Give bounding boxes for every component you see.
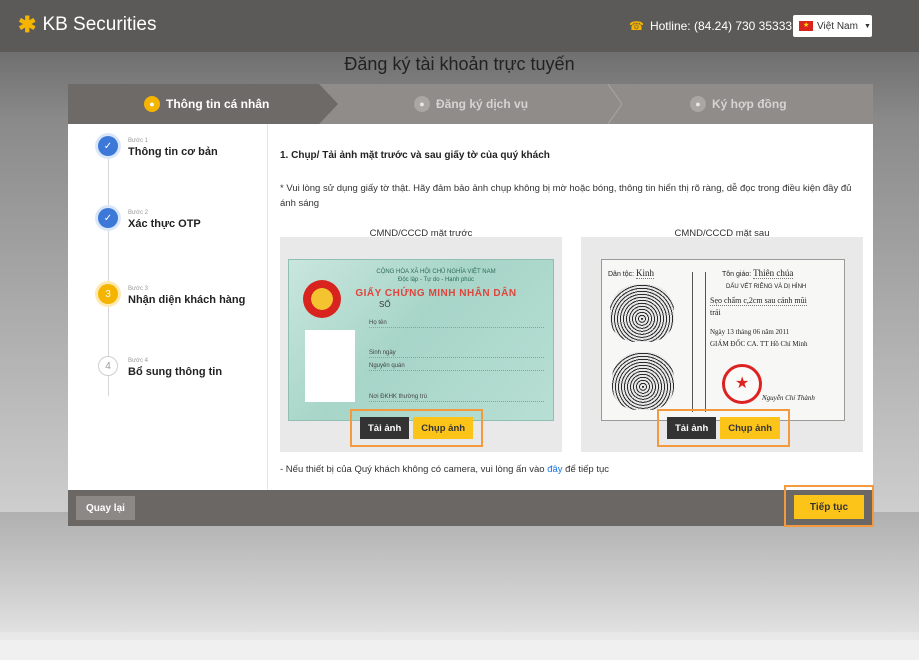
step-title: Thông tin cơ bản [128,146,218,158]
field-name: Họ tên [369,320,544,328]
language-selector[interactable]: Việt Nam ▼ [793,15,872,37]
sidebar-step-otp[interactable]: ✓ Bước 2 Xác thực OTP [98,208,201,230]
signer-name: Nguyễn Chí Thành [762,394,815,402]
brand-logo[interactable]: ✱ KB Securities [18,14,156,36]
marks-value-2: trái [710,308,721,317]
fingerprint-left-icon [610,284,674,342]
brand-name: KB Securities [42,14,157,35]
sidebar-step-identification[interactable]: 3 Bước 3 Nhận diện khách hàng [98,284,245,306]
fingerprint-right-icon [612,352,674,410]
top-header: ✱ KB Securities ☎ Hotline: (84.24) 730 3… [0,0,919,52]
here-link[interactable]: đây [547,464,562,475]
step-number: Bước 3 [128,286,148,292]
kb-logo-icon: ✱ [18,12,37,37]
card-header-line2: Độc lập - Tự do - Hạnh phúc [398,277,474,283]
official-seal-icon [722,364,762,404]
step-circle: 3 [98,284,118,304]
next-button-highlight: Tiếp tục [784,485,874,527]
issuer: GIÁM ĐỐC CA. TT Hồ Chí Minh [710,340,808,348]
handshake-icon: ● [690,96,706,112]
background-bottom [0,640,919,660]
front-id-card-image: CỘNG HÒA XÃ HỘI CHỦ NGHĨA VIỆT NAM Độc l… [288,259,554,421]
field-dob: Sinh ngày [369,350,544,358]
religion-value: Thiên chúa [753,268,794,279]
footnote-text: - Nếu thiết bị của Quý khách không có ca… [280,464,548,475]
marks-title: DẤU VẾT RIÊNG VÀ DỊ HÌNH [726,284,807,290]
upload-back-button[interactable]: Tải ảnh [667,417,717,439]
sidebar-step-additional-info[interactable]: 4 Bước 4 Bổ sung thông tin [98,356,222,378]
ethnic-label: Dân tộc: [608,271,635,278]
user-icon: ● [144,96,160,112]
upload-front-button[interactable]: Tải ảnh [360,417,410,439]
card-header-line1: CỘNG HÒA XÃ HỘI CHỦ NGHĨA VIỆT NAM [376,269,496,275]
back-action-group: Tải ảnh Chụp ảnh [657,409,791,447]
step-separator [607,84,623,124]
phone-icon: ☎ [629,19,644,33]
check-icon: ✓ [98,208,118,228]
ethnic-row: Dân tộc: Kinh [608,268,655,279]
tab-label: Ký hợp đồng [712,97,787,111]
back-id-panel: Dân tộc: Kinh Tôn giáo: Thiên chúa DẤU V… [581,237,863,452]
back-button[interactable]: Quay lại [76,496,135,520]
step-title: Bổ sung thông tin [128,366,223,378]
issue-date: Ngày 13 tháng 06 năm 2011 [710,328,790,336]
step-title: Xác thực OTP [128,218,201,230]
camera-footnote: - Nếu thiết bị của Quý khách không có ca… [280,464,609,475]
main-card: ✓ Bước 1 Thông tin cơ bản ✓ Bước 2 Xác t… [68,124,873,490]
step-number: Bước 2 [128,210,148,216]
vietnam-flag-icon [799,21,813,31]
check-icon: ✓ [98,136,118,156]
field-residence: Nơi ĐKHK thường trú [369,394,544,402]
religion-label: Tôn giáo: [722,271,752,278]
religion-row: Tôn giáo: Thiên chúa [722,268,794,279]
footnote-text-end: để tiếp tục [562,464,610,475]
content-area: 1. Chụp/ Tải ảnh mặt trước và sau giấy t… [280,124,870,490]
step-title: Nhận diện khách hàng [128,294,246,306]
step-sidebar: ✓ Bước 1 Thông tin cơ bản ✓ Bước 2 Xác t… [68,124,268,490]
tab-personal-info[interactable]: ● Thông tin cá nhân [144,84,269,124]
national-emblem-icon [303,280,341,318]
id-photo [305,330,355,402]
tab-sign-contract[interactable]: ● Ký hợp đồng [690,84,787,124]
tab-label: Đăng ký dịch vụ [436,97,529,111]
card-header: CỘNG HÒA XÃ HỘI CHỦ NGHĨA VIỆT NAM Độc l… [351,268,521,284]
service-icon: ● [414,96,430,112]
chevron-down-icon: ▼ [863,22,871,30]
step-number: Bước 1 [128,138,148,144]
section-title: 1. Chụp/ Tải ảnh mặt trước và sau giấy t… [280,150,550,161]
progress-steps: ● Thông tin cá nhân ● Đăng ký dịch vụ ● … [68,84,873,124]
field-origin: Nguyên quán [369,363,544,371]
front-id-panel: CỘNG HÒA XÃ HỘI CHỦ NGHĨA VIỆT NAM Độc l… [280,237,562,452]
language-label: Việt Nam [817,20,858,32]
back-id-card-image: Dân tộc: Kinh Tôn giáo: Thiên chúa DẤU V… [601,259,845,421]
page-title: Đăng ký tài khoản trực tuyến [344,54,575,74]
hotline-text: Hotline: (84.24) 730 35333 [649,19,793,33]
card-number-label: SỐ [379,300,391,309]
tab-label: Thông tin cá nhân [166,97,270,111]
vertical-label-column [692,272,706,412]
instruction-note: * Vui lòng sử dụng giấy tờ thật. Hãy đảm… [280,183,852,209]
continue-button[interactable]: Tiếp tục [794,495,864,519]
background-stripe [0,512,919,632]
capture-back-button[interactable]: Chụp ảnh [720,417,781,439]
front-action-group: Tải ảnh Chụp ảnh [350,409,484,447]
footer-bar: Quay lại Tiếp tục [68,485,874,527]
marks-value: Sẹo chấm c,2cm sau cánh mũi [710,296,807,306]
ethnic-value: Kinh [636,268,655,279]
step-number: Bước 4 [128,358,148,364]
sidebar-step-basic-info[interactable]: ✓ Bước 1 Thông tin cơ bản [98,136,218,158]
step-circle: 4 [98,356,118,376]
card-title: GIẤY CHỨNG MINH NHÂN DÂN [355,288,517,299]
tab-service-registration[interactable]: ● Đăng ký dịch vụ [414,84,528,124]
hotline[interactable]: ☎ Hotline: (84.24) 730 35333 [629,19,792,33]
capture-front-button[interactable]: Chụp ảnh [413,417,474,439]
